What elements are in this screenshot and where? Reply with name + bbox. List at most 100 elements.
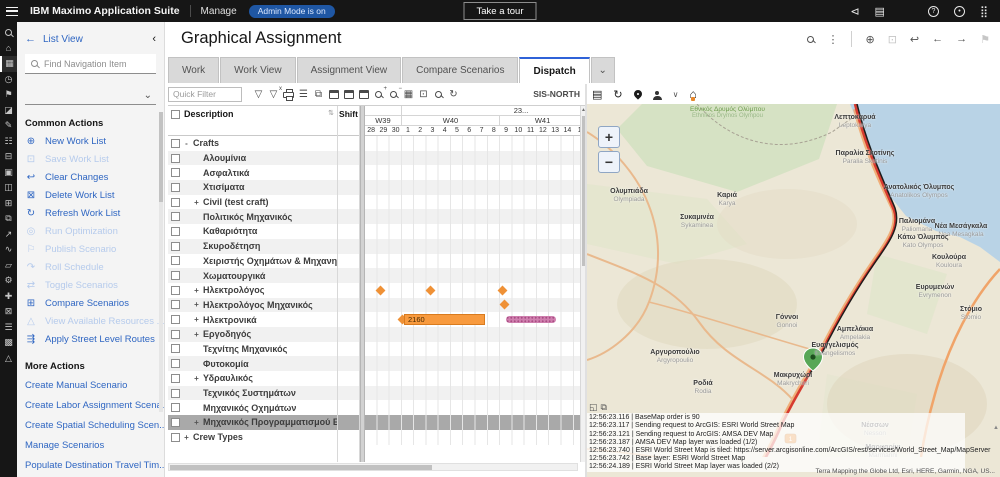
recent-icon[interactable]: ◷ [0,72,17,88]
settings-icon[interactable]: ⚙ [0,273,17,289]
notes-icon[interactable]: ▤ [875,5,885,18]
row-checkbox[interactable] [171,256,180,265]
more-action-link[interactable]: Populate Destination Travel Tim... [17,455,164,475]
gantt-row[interactable]: Ασφαλτικά [168,165,337,180]
gantt-row[interactable]: +Μηχανικός Προγραμματισμού Εργασι [168,415,337,430]
kebab-menu-icon[interactable]: ⋮ [827,33,838,46]
row-checkbox[interactable] [171,330,180,339]
gantt-row[interactable]: +Ηλεκτρονικά [168,312,337,327]
share-icon[interactable]: ↗ [0,227,17,243]
more-action-link[interactable]: Manage Scenarios [17,435,164,455]
gantt-row[interactable]: -Crafts [168,136,337,151]
grid-icon[interactable]: ▦ [401,87,416,102]
save-icon[interactable]: ⊡ [888,33,897,46]
chevron-down-icon[interactable]: ∨ [673,90,679,99]
filter-icon[interactable]: ▽ [251,87,266,102]
back-arrow-icon[interactable]: ← [25,33,36,45]
gantt-row[interactable]: Μηχανικός Οχημάτων [168,400,337,415]
planning-icon[interactable]: ☷ [0,134,17,150]
app-name[interactable]: Manage [201,6,237,17]
row-checkbox[interactable] [171,139,180,148]
create-icon[interactable]: ✚ [0,289,17,305]
map-refresh-icon[interactable]: ↻ [613,88,622,101]
common-action-refresh[interactable]: ↻Refresh Work List [17,204,164,222]
assets-icon[interactable]: ▣ [0,165,17,181]
location-pin-icon[interactable] [632,88,643,99]
cards-icon[interactable]: ▱ [0,258,17,274]
list-icon[interactable]: ⊟ [0,149,17,165]
sort-icon[interactable]: ⇅ [328,109,335,117]
row-checkbox[interactable] [171,418,180,427]
more-action-link[interactable]: Create Labor Assignment Scena... [17,395,164,415]
search-icon[interactable] [0,25,17,41]
row-checkbox[interactable] [171,286,180,295]
collapse-icon[interactable]: - [183,139,190,148]
expand-icon[interactable]: + [193,418,200,427]
row-checkbox[interactable] [171,154,180,163]
user-avatar-icon[interactable]: • [954,6,965,17]
row-checkbox[interactable] [171,183,180,192]
home-icon[interactable]: ⌂ [0,41,17,57]
calendar-check-icon[interactable] [341,87,356,102]
map-settings-icon[interactable]: ▤ [592,88,602,101]
find-navigation-input[interactable]: Find Navigation Item [25,54,156,74]
route-flag-icon[interactable]: ⚑ [980,33,990,46]
common-action-publish[interactable]: ⚐Publish Scenario [17,240,164,258]
gantt-timeline[interactable]: 23... W39W40W41 282930123456789101112131… [365,106,580,462]
expand-icon[interactable]: + [193,300,200,309]
milestone-diamond[interactable] [498,285,508,295]
expand-icon[interactable]: + [193,374,200,383]
scroll-up-icon[interactable]: ▲ [993,425,999,431]
tab-work-view[interactable]: Work View [220,57,295,83]
calendar-paste-icon[interactable] [356,87,371,102]
expand-icon[interactable]: + [183,433,190,442]
analytics-icon[interactable]: ∿ [0,242,17,258]
zoom-in-icon[interactable]: + [371,87,386,102]
expand-icon[interactable]: + [193,286,200,295]
inventory-icon[interactable]: ◫ [0,180,17,196]
gantt-row[interactable]: +Ηλεκτρολόγος Μηχανικός [168,298,337,313]
common-action-undo[interactable]: ↩Clear Changes [17,168,164,186]
search-icon[interactable] [807,36,814,43]
map-canvas[interactable]: 1 + − Εθνικός Δρυμός Ολύμπου Ethnikos Dr… [587,104,1000,477]
clear-filter-icon[interactable]: ▽x [266,87,281,102]
zoom-region-icon[interactable] [431,87,446,102]
app-switcher-icon[interactable]: ⣿ [980,5,988,18]
admin-mode-badge[interactable]: Admin Mode is on [249,5,335,18]
extent-icon[interactable]: ◱ [589,402,598,413]
dashboard-icon[interactable]: ▦ [0,56,17,72]
announcement-icon[interactable]: ⊲ [850,5,859,18]
tab-work[interactable]: Work [168,57,219,83]
tab-compare-scenarios[interactable]: Compare Scenarios [402,57,518,83]
grid-icon[interactable]: ▩ [0,335,17,351]
row-checkbox[interactable] [171,212,180,221]
user-presence-icon[interactable] [653,96,662,100]
tab-assignment-view[interactable]: Assignment View [297,57,402,83]
expand-icon[interactable]: + [193,198,200,207]
common-action-roll-schedule[interactable]: ↷Roll Schedule [17,258,164,276]
close-grid-icon[interactable]: ⊠ [0,304,17,320]
gantt-row[interactable]: Χτισίματα [168,180,337,195]
common-action-toggle[interactable]: ⇄Toggle Scenarios [17,276,164,294]
row-checkbox[interactable] [171,433,180,442]
row-checkbox[interactable] [171,227,180,236]
panel-scrollbar[interactable] [159,112,163,412]
gantt-horizontal-scrollbar[interactable] [168,463,578,471]
common-action-compare[interactable]: ⊞Compare Scenarios [17,294,164,312]
tab-overflow-caret[interactable]: ⌄ [591,57,615,83]
gantt-row[interactable]: +Ηλεκτρολόγος [168,283,337,298]
edit-icon[interactable]: ✎ [0,118,17,134]
common-action-resources[interactable]: △View Available Resources ... [17,312,164,330]
work-list-select[interactable]: ⌄ [25,86,156,105]
zoom-in-button[interactable]: + [598,126,620,148]
row-checkbox[interactable] [171,374,180,383]
gantt-row[interactable]: Χωματουργικά [168,268,337,283]
expand-icon[interactable]: + [193,315,200,324]
take-a-tour-button[interactable]: Take a tour [464,2,537,20]
row-checkbox[interactable] [171,271,180,280]
more-action-link[interactable]: Create Manual Scenario [17,375,164,395]
milestone-diamond[interactable] [376,285,386,295]
gantt-row[interactable]: Τεχνικός Συστημάτων [168,386,337,401]
alerts-icon[interactable]: △ [0,351,17,367]
gantt-row[interactable]: +Civil (test craft) [168,195,337,210]
